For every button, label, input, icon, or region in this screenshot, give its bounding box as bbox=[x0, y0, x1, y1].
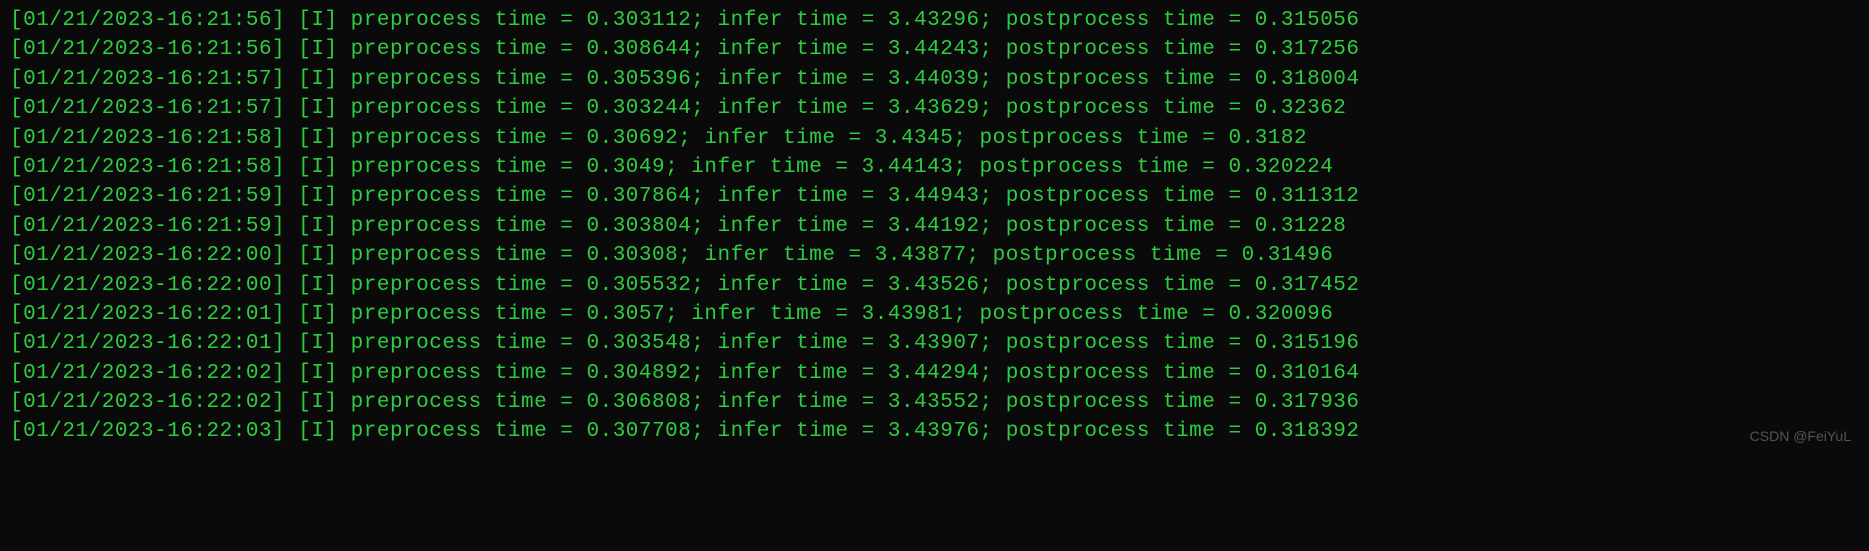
log-line: [01/21/2023-16:21:56] [I] preprocess tim… bbox=[10, 6, 1859, 35]
log-line: [01/21/2023-16:22:01] [I] preprocess tim… bbox=[10, 329, 1859, 358]
log-line: [01/21/2023-16:21:58] [I] preprocess tim… bbox=[10, 124, 1859, 153]
log-line: [01/21/2023-16:21:59] [I] preprocess tim… bbox=[10, 182, 1859, 211]
terminal-log-output: [01/21/2023-16:21:56] [I] preprocess tim… bbox=[10, 6, 1859, 447]
log-line: [01/21/2023-16:21:56] [I] preprocess tim… bbox=[10, 35, 1859, 64]
log-line: [01/21/2023-16:21:57] [I] preprocess tim… bbox=[10, 94, 1859, 123]
log-line: [01/21/2023-16:22:02] [I] preprocess tim… bbox=[10, 359, 1859, 388]
log-line: [01/21/2023-16:22:01] [I] preprocess tim… bbox=[10, 300, 1859, 329]
log-line: [01/21/2023-16:22:00] [I] preprocess tim… bbox=[10, 241, 1859, 270]
log-line: [01/21/2023-16:22:00] [I] preprocess tim… bbox=[10, 271, 1859, 300]
log-line: [01/21/2023-16:22:02] [I] preprocess tim… bbox=[10, 388, 1859, 417]
log-line: [01/21/2023-16:21:57] [I] preprocess tim… bbox=[10, 65, 1859, 94]
log-line: [01/21/2023-16:22:03] [I] preprocess tim… bbox=[10, 417, 1859, 446]
log-line: [01/21/2023-16:21:58] [I] preprocess tim… bbox=[10, 153, 1859, 182]
watermark-text: CSDN @FeiYuL bbox=[1750, 427, 1851, 447]
log-line: [01/21/2023-16:21:59] [I] preprocess tim… bbox=[10, 212, 1859, 241]
